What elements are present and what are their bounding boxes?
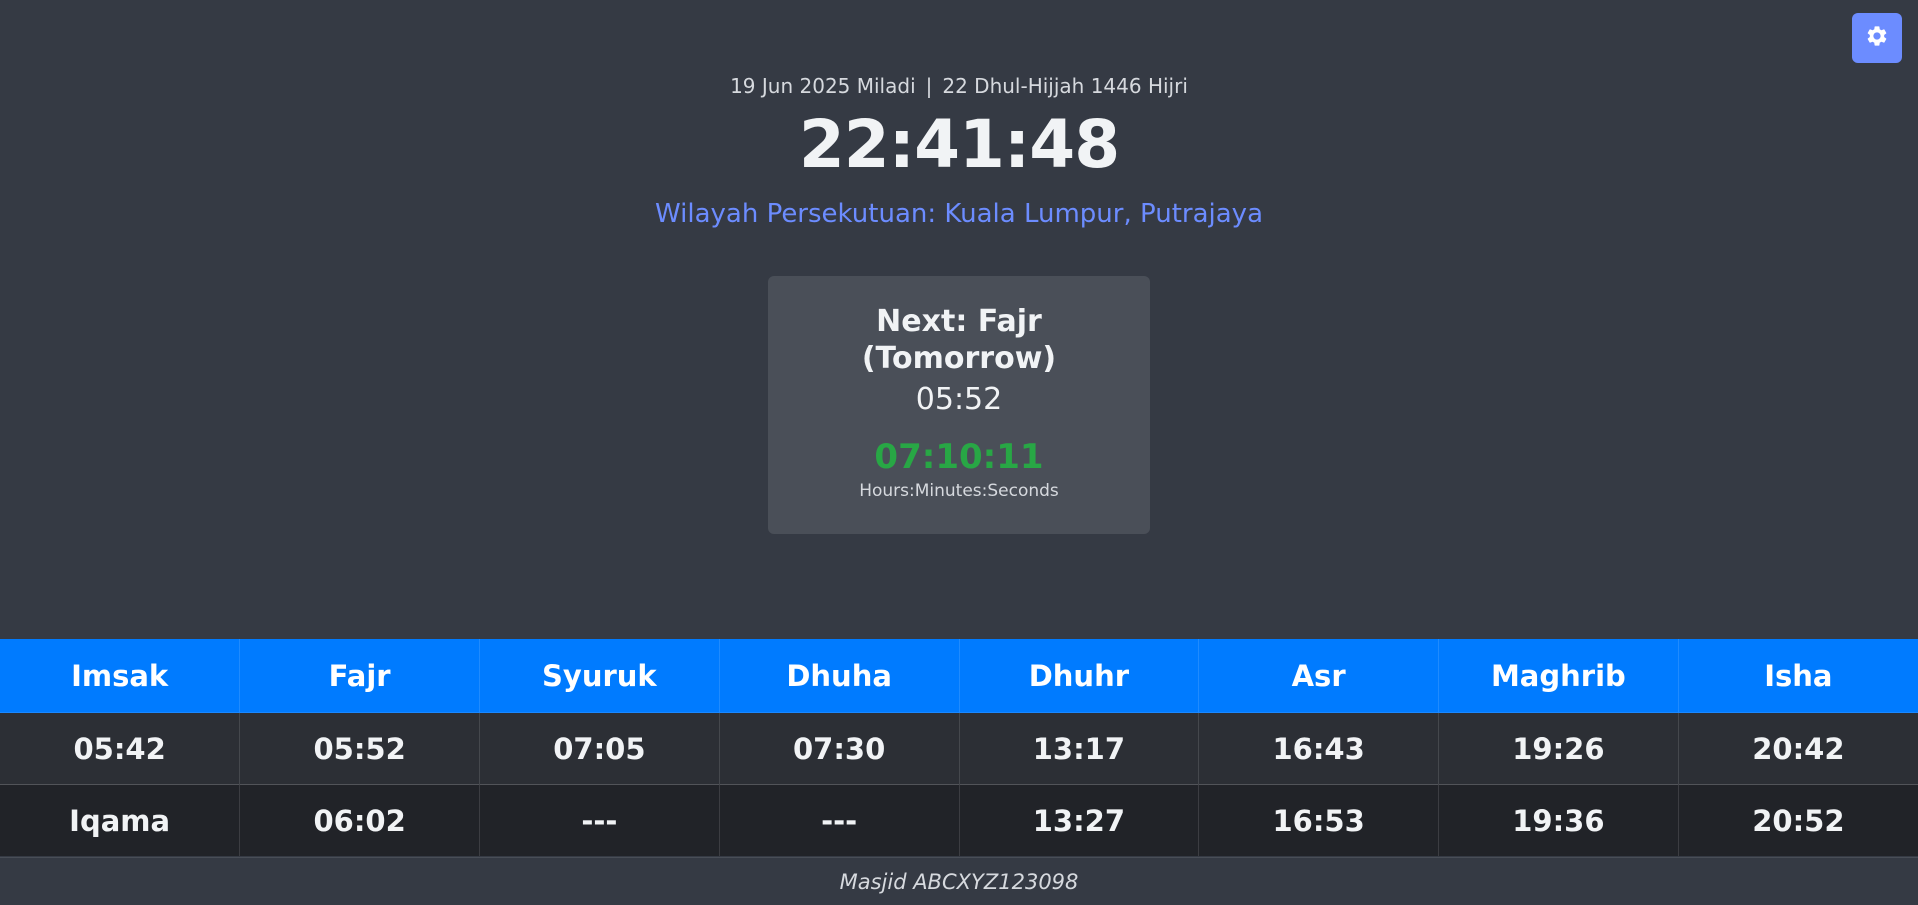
header-syuruk: Syuruk: [479, 639, 720, 713]
time-fajr: 05:52: [239, 712, 480, 785]
settings-button[interactable]: [1852, 13, 1902, 63]
header-imsak: Imsak: [0, 639, 241, 713]
time-dhuha: 07:30: [719, 712, 960, 785]
prayer-times-page: 19 Jun 2025 Miladi | 22 Dhul-Hijjah 1446 H…: [0, 0, 1918, 905]
time-asr: 16:43: [1198, 712, 1439, 785]
table-header-row: Imsak Fajr Syuruk Dhuha Dhuhr Asr Maghri…: [0, 639, 1918, 713]
iqama-maghrib: 19:36: [1438, 784, 1679, 856]
countdown-timer: 07:10:11: [874, 437, 1044, 477]
current-time-clock: 22:41:48: [798, 106, 1120, 183]
zone-label: Wilayah Persekutuan: Kuala Lumpur, Putra…: [654, 199, 1264, 229]
iqama-dhuhr: 13:27: [959, 784, 1200, 856]
time-dhuhr: 13:17: [959, 712, 1200, 785]
header-dhuhr: Dhuhr: [959, 639, 1200, 713]
gregorian-date: 19 Jun 2025 Miladi: [730, 74, 916, 98]
table-row-iqama: Iqama 06:02 --- --- 13:27 16:53 19:36 20…: [0, 784, 1918, 856]
table-row-times: 05:42 05:52 07:05 07:30 13:17 16:43 19:2…: [0, 712, 1918, 785]
time-imsak: 05:42: [0, 712, 241, 785]
prayer-times-table: Imsak Fajr Syuruk Dhuha Dhuhr Asr Maghri…: [0, 639, 1918, 856]
iqama-syuruk: ---: [479, 784, 720, 856]
time-syuruk: 07:05: [479, 712, 720, 785]
time-maghrib: 19:26: [1438, 712, 1679, 785]
next-prayer-time: 05:52: [915, 382, 1003, 417]
date-separator: |: [925, 74, 933, 98]
header-maghrib: Maghrib: [1438, 639, 1679, 713]
header-isha: Isha: [1678, 639, 1918, 713]
header-fajr: Fajr: [239, 639, 480, 713]
countdown-label: Hours:Minutes:Seconds: [859, 481, 1059, 501]
gear-icon: [1865, 24, 1889, 52]
footer-masjid-name: Masjid ABCXYZ123098: [0, 857, 1918, 905]
header-asr: Asr: [1198, 639, 1439, 713]
time-isha: 20:42: [1678, 712, 1918, 785]
next-prayer-title: Next: Fajr (Tomorrow): [861, 304, 1057, 376]
hijri-date: 22 Dhul-Hijjah 1446 Hijri: [942, 74, 1188, 98]
iqama-label: Iqama: [0, 784, 241, 856]
iqama-dhuha: ---: [719, 784, 960, 856]
next-prayer-card: Next: Fajr (Tomorrow) 05:52 07:10:11 Hou…: [768, 276, 1150, 534]
iqama-asr: 16:53: [1198, 784, 1439, 856]
iqama-fajr: 06:02: [239, 784, 480, 856]
date-line: 19 Jun 2025 Miladi | 22 Dhul-Hijjah 1446 H…: [0, 74, 1918, 98]
iqama-isha: 20:52: [1678, 784, 1918, 856]
header-dhuha: Dhuha: [719, 639, 960, 713]
